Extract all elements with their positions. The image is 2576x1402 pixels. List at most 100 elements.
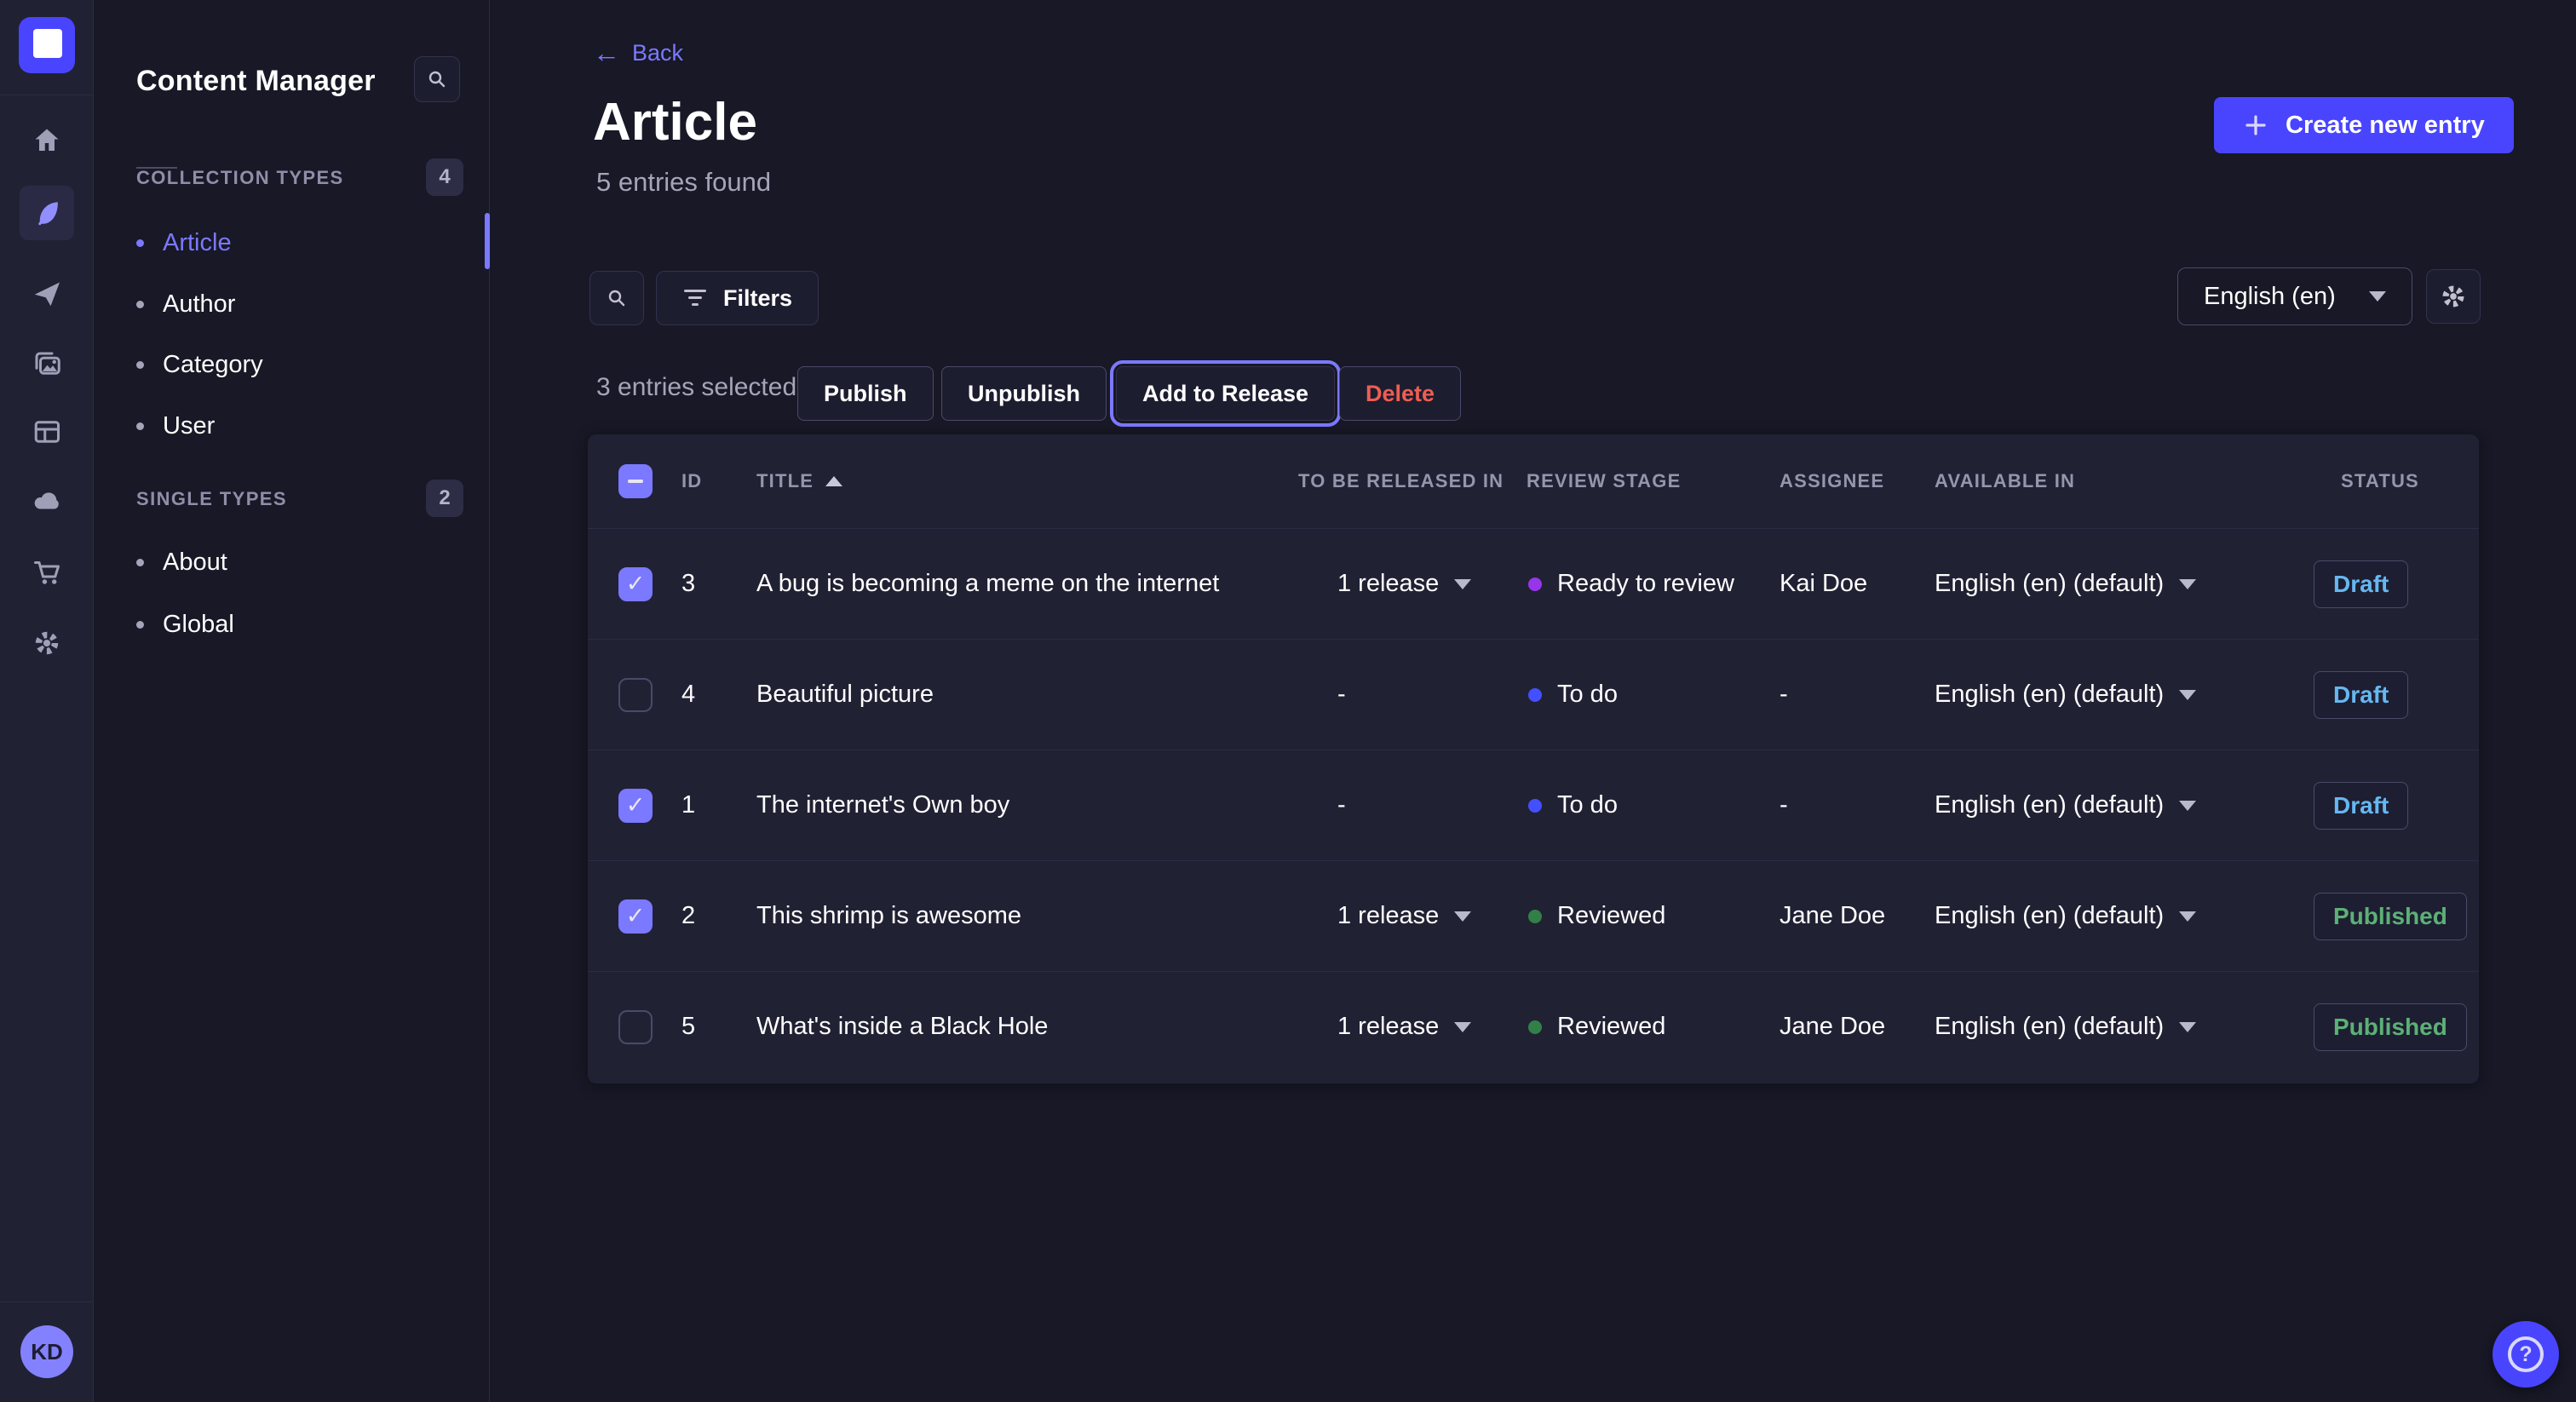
gear-icon[interactable] <box>0 613 94 673</box>
cart-icon[interactable] <box>0 542 94 601</box>
cell-released: - <box>1278 791 1516 819</box>
table-row[interactable]: 3 A bug is becoming a meme on the intern… <box>588 528 2479 639</box>
column-header-id: ID <box>681 470 756 492</box>
table-header-row: ID TITLE TO BE RELEASED IN REVIEW STAGE … <box>588 434 2479 528</box>
main-sidebar: KD <box>0 0 94 1402</box>
stage-dot-icon <box>1528 910 1542 923</box>
available-value: English (en) (default) <box>1935 681 2164 709</box>
bullet-icon <box>136 422 144 430</box>
add-to-release-button[interactable]: Add to Release <box>1116 366 1335 421</box>
entries-table: ID TITLE TO BE RELEASED IN REVIEW STAGE … <box>588 434 2479 1083</box>
stage-label: Reviewed <box>1557 1013 1665 1041</box>
user-avatar[interactable]: KD <box>20 1325 73 1378</box>
search-icon <box>426 68 448 90</box>
entries-count: 5 entries found <box>596 167 771 198</box>
cell-title: A bug is becoming a meme on the internet <box>756 570 1278 598</box>
table-row[interactable]: 1 The internet's Own boy - To do - Engli… <box>588 750 2479 860</box>
cell-available-dropdown[interactable]: English (en) (default) <box>1929 902 2309 930</box>
row-checkbox[interactable] <box>618 567 653 601</box>
filter-icon <box>682 288 708 308</box>
cell-review-stage: To do <box>1516 681 1776 709</box>
row-checkbox[interactable] <box>618 899 653 934</box>
column-header-title-label: TITLE <box>756 470 814 492</box>
status-badge: Published <box>2314 893 2467 940</box>
status-badge: Published <box>2314 1003 2467 1051</box>
sidebar-item-user[interactable]: User <box>136 401 460 451</box>
cell-review-stage: Reviewed <box>1516 1013 1776 1041</box>
sort-ascending-icon <box>825 476 842 486</box>
status-badge: Draft <box>2314 560 2408 608</box>
column-header-title[interactable]: TITLE <box>756 470 1278 492</box>
delete-button[interactable]: Delete <box>1339 366 1461 421</box>
column-header-released: TO BE RELEASED IN <box>1278 470 1516 492</box>
cell-id: 4 <box>681 681 756 709</box>
cloud-icon[interactable] <box>0 470 94 530</box>
column-header-stage: REVIEW STAGE <box>1516 470 1776 492</box>
released-value: 1 release <box>1337 1013 1439 1041</box>
layout-icon[interactable] <box>0 402 94 462</box>
search-button[interactable] <box>589 271 644 325</box>
stage-dot-icon <box>1528 799 1542 813</box>
cell-title: What's inside a Black Hole <box>756 1013 1278 1041</box>
sidebar-item-global[interactable]: Global <box>136 600 460 649</box>
unpublish-button[interactable]: Unpublish <box>941 366 1107 421</box>
table-row[interactable]: 5 What's inside a Black Hole 1 release R… <box>588 971 2479 1082</box>
cell-available-dropdown[interactable]: English (en) (default) <box>1929 681 2309 709</box>
row-checkbox[interactable] <box>618 1010 653 1044</box>
feather-icon[interactable] <box>20 186 74 240</box>
available-value: English (en) (default) <box>1935 570 2164 598</box>
cell-released-dropdown[interactable]: 1 release <box>1278 570 1516 598</box>
sidebar-item-label: Author <box>163 290 235 319</box>
available-value: English (en) (default) <box>1935 1013 2164 1041</box>
content-manager-subnav: Content Manager COLLECTION TYPES 4 Artic… <box>94 0 490 1402</box>
plus-icon <box>2243 112 2268 138</box>
cell-released-dropdown[interactable]: 1 release <box>1278 1013 1516 1041</box>
table-row[interactable]: 4 Beautiful picture - To do - English (e… <box>588 639 2479 750</box>
sidebar-item-label: Article <box>163 229 232 257</box>
sidebar-item-about[interactable]: About <box>136 537 460 587</box>
cell-id: 3 <box>681 570 756 598</box>
cell-review-stage: To do <box>1516 791 1776 819</box>
row-checkbox[interactable] <box>618 789 653 823</box>
row-checkbox[interactable] <box>618 678 653 712</box>
cell-title: Beautiful picture <box>756 681 1278 709</box>
cell-released-dropdown[interactable]: 1 release <box>1278 902 1516 930</box>
cell-review-stage: Reviewed <box>1516 902 1776 930</box>
cell-released: - <box>1278 681 1516 709</box>
stage-dot-icon <box>1528 1020 1542 1034</box>
bullet-icon <box>136 621 144 629</box>
cell-available-dropdown[interactable]: English (en) (default) <box>1929 791 2309 819</box>
subnav-search-button[interactable] <box>414 56 460 102</box>
status-badge: Draft <box>2314 671 2408 719</box>
home-icon[interactable] <box>0 111 94 170</box>
send-icon[interactable] <box>0 264 94 324</box>
cell-assignee: - <box>1776 791 1929 819</box>
cell-id: 1 <box>681 791 756 819</box>
table-row[interactable]: 2 This shrimp is awesome 1 release Revie… <box>588 860 2479 971</box>
select-all-checkbox[interactable] <box>618 464 653 498</box>
media-icon[interactable] <box>0 334 94 394</box>
cell-review-stage: Ready to review <box>1516 570 1776 598</box>
sidebar-item-author[interactable]: Author <box>136 279 460 329</box>
publish-button[interactable]: Publish <box>797 366 934 421</box>
create-new-entry-button[interactable]: Create new entry <box>2214 97 2514 153</box>
back-link[interactable]: ← Back <box>593 39 683 66</box>
cell-available-dropdown[interactable]: English (en) (default) <box>1929 1013 2309 1041</box>
cell-available-dropdown[interactable]: English (en) (default) <box>1929 570 2309 598</box>
chevron-down-icon <box>2179 1022 2196 1032</box>
locale-select[interactable]: English (en) <box>2177 267 2412 325</box>
sidebar-item-article[interactable]: Article <box>136 218 460 267</box>
strapi-logo[interactable] <box>19 17 75 73</box>
sidebar-item-label: Category <box>163 351 263 379</box>
status-badge: Draft <box>2314 782 2408 830</box>
view-settings-button[interactable] <box>2426 269 2481 324</box>
create-button-label: Create new entry <box>2286 112 2485 140</box>
sidebar-item-category[interactable]: Category <box>136 340 460 389</box>
cell-title: The internet's Own boy <box>756 791 1278 819</box>
filters-button[interactable]: Filters <box>656 271 819 325</box>
released-value: 1 release <box>1337 902 1439 930</box>
help-button[interactable]: ? <box>2493 1321 2559 1388</box>
collection-types-count-badge: 4 <box>426 158 463 196</box>
cell-assignee: Jane Doe <box>1776 1013 1929 1041</box>
active-item-indicator <box>485 213 490 269</box>
